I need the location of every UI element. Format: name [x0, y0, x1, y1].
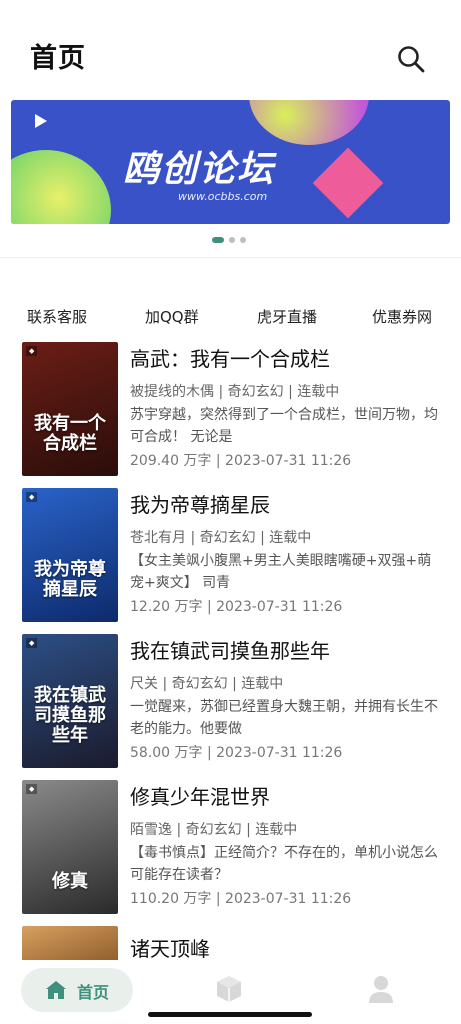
cover-title: 我为帝尊摘星辰	[34, 559, 106, 600]
section-divider	[0, 257, 461, 258]
banner-decoration	[312, 147, 384, 219]
play-icon	[35, 114, 47, 128]
carousel-dot[interactable]	[212, 237, 224, 243]
app-header: 首页	[0, 0, 461, 100]
banner-logo-text: 鸥创论坛	[123, 149, 276, 190]
cover-title: 修真	[52, 871, 88, 892]
carousel-indicator[interactable]	[212, 237, 246, 243]
link-huya-live[interactable]: 虎牙直播	[257, 306, 317, 327]
book-description: 【女主美飒小腹黑+男主人美眼瞎嘴硬+双强+萌宠+爽文】 司青	[130, 553, 432, 591]
cube-icon[interactable]	[214, 974, 244, 1004]
cover-title: 我在镇武司摸鱼那些年	[34, 685, 106, 746]
book-description: 【毒书慎点】正经简介？不存在的，单机小说怎么可能存在读者？	[130, 845, 438, 883]
book-list-item[interactable]: ◆ 我有一个合成栏 高武：我有一个合成栏 被提线的木偶 | 奇幻玄幻 | 连载中…	[22, 342, 442, 476]
book-title[interactable]: 修真少年混世界	[130, 780, 442, 814]
home-indicator	[148, 1012, 312, 1017]
user-icon[interactable]	[367, 974, 395, 1004]
book-stats: 12.20 万字 | 2023-07-31 11:26	[130, 599, 343, 615]
book-stats: 110.20 万字 | 2023-07-31 11:26	[130, 891, 352, 907]
publisher-badge: ◆	[26, 784, 38, 794]
carousel-dot[interactable]	[240, 237, 246, 243]
book-cover[interactable]: ◆ 我为帝尊摘星辰	[22, 488, 118, 622]
carousel-dot[interactable]	[229, 237, 235, 243]
book-meta: 被提线的木偶 | 奇幻玄幻 | 连载中	[130, 384, 340, 400]
book-title[interactable]: 我为帝尊摘星辰	[130, 488, 442, 522]
publisher-badge: ◆	[26, 346, 38, 356]
cover-title: 我有一个合成栏	[34, 413, 106, 454]
book-meta: 尺关 | 奇幻玄幻 | 连载中	[130, 676, 284, 692]
book-description: 苏宇穿越，突然得到了一个合成栏，世间万物，均可合成！ 无论是	[130, 407, 438, 445]
banner-decoration	[249, 100, 369, 145]
book-cover[interactable]: ◆ 修真	[22, 780, 118, 914]
book-list-item[interactable]: ◆ 我为帝尊摘星辰 我为帝尊摘星辰 苍北有月 | 奇幻玄幻 | 连载中 【女主美…	[22, 488, 442, 622]
search-icon[interactable]	[396, 44, 426, 74]
book-list-item[interactable]: ◆ 修真 修真少年混世界 陌雪逸 | 奇幻玄幻 | 连载中 【毒书慎点】正经简介…	[22, 780, 442, 914]
book-cover[interactable]: ◆ 我有一个合成栏	[22, 342, 118, 476]
banner-url: www.ocbbs.com	[178, 190, 268, 203]
tab-home-label: 首页	[77, 983, 110, 1002]
banner-decoration	[11, 150, 111, 224]
link-join-qq-group[interactable]: 加QQ群	[145, 306, 199, 327]
book-meta: 苍北有月 | 奇幻玄幻 | 连载中	[130, 530, 312, 546]
book-stats: 209.40 万字 | 2023-07-31 11:26	[130, 453, 352, 469]
publisher-badge: ◆	[26, 638, 38, 648]
book-list-item[interactable]: ◆ 我在镇武司摸鱼那些年 我在镇武司摸鱼那些年 尺关 | 奇幻玄幻 | 连载中 …	[22, 634, 442, 768]
promo-banner[interactable]: 鸥创论坛 www.ocbbs.com	[11, 100, 450, 224]
publisher-badge: ◆	[26, 492, 38, 502]
link-coupon-site[interactable]: 优惠券网	[372, 306, 432, 327]
book-stats: 58.00 万字 | 2023-07-31 11:26	[130, 745, 343, 761]
page-title: 首页	[30, 43, 86, 74]
book-cover[interactable]: ◆ 我在镇武司摸鱼那些年	[22, 634, 118, 768]
book-description: 一觉醒来，苏御已经置身大魏王朝，并拥有长生不老的能力。他要做	[130, 699, 438, 737]
tab-home[interactable]: 首页	[21, 968, 133, 1012]
home-icon	[46, 981, 66, 999]
book-title[interactable]: 高武：我有一个合成栏	[130, 342, 442, 376]
book-meta: 陌雪逸 | 奇幻玄幻 | 连载中	[130, 822, 298, 838]
book-title[interactable]: 我在镇武司摸鱼那些年	[130, 634, 442, 668]
link-contact-service[interactable]: 联系客服	[27, 306, 87, 327]
quick-links-row: 联系客服 加QQ群 虎牙直播 优惠券网	[0, 306, 461, 330]
